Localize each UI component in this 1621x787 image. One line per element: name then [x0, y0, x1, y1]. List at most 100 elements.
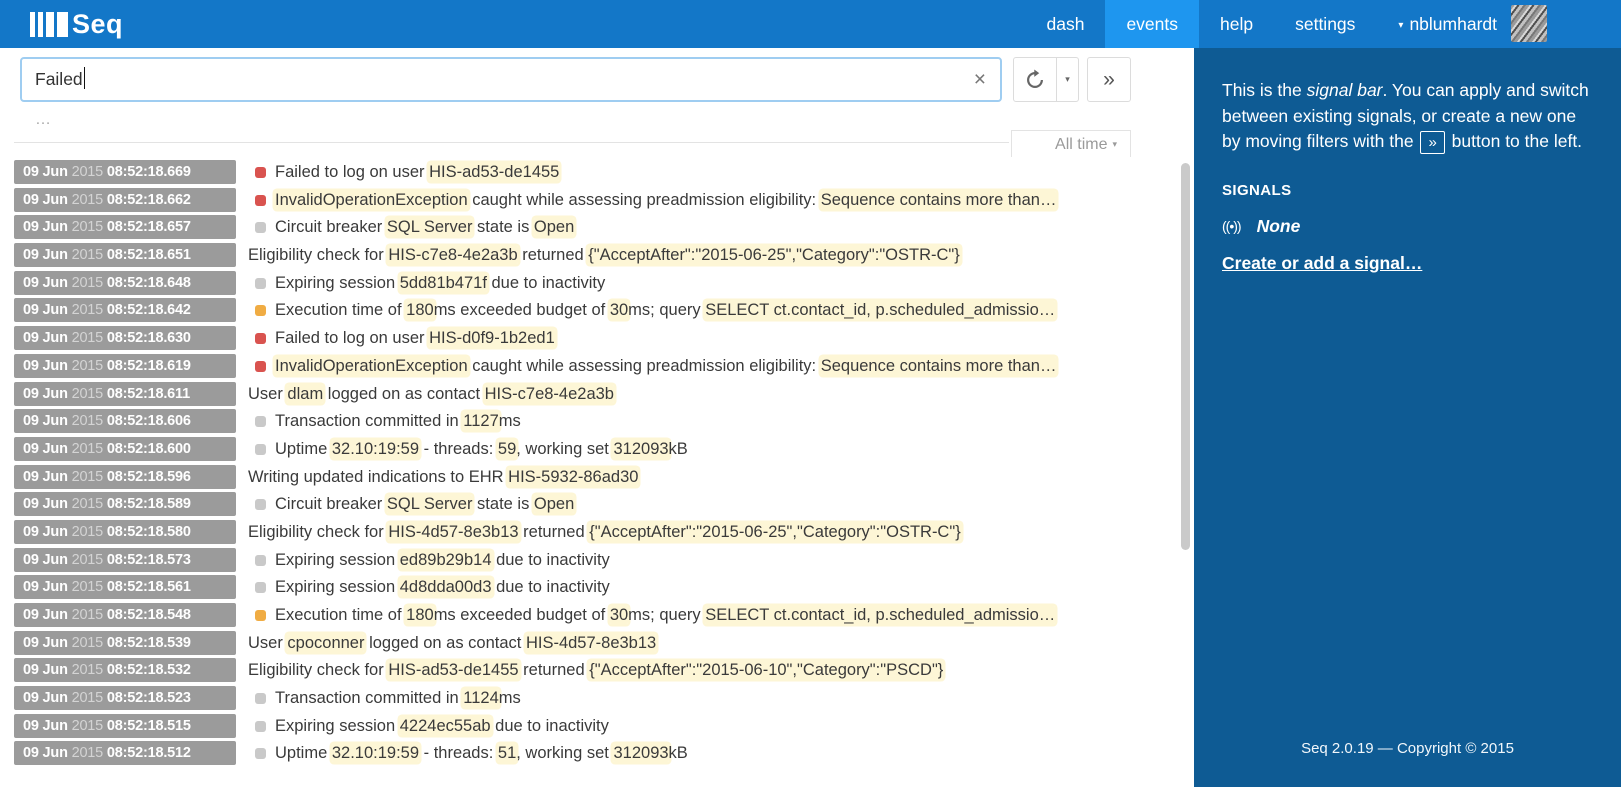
error-level-icon	[255, 360, 266, 372]
main-content: Failed × ▾ » … All time ▾ 09 Jun 2015 08:…	[0, 48, 1194, 787]
timestamp-badge: 09 Jun 2015 08:52:18.606	[14, 409, 236, 434]
nav-item-events[interactable]: events	[1105, 0, 1199, 48]
list-top-rule	[14, 142, 1009, 143]
event-row[interactable]: 09 Jun 2015 08:52:18.523 Transaction comm…	[14, 686, 1180, 711]
logo-bar-icon	[46, 11, 54, 37]
clear-icon[interactable]: ×	[974, 59, 986, 100]
error-level-icon	[255, 333, 266, 345]
event-row[interactable]: 09 Jun 2015 08:52:18.642 Execution time o…	[14, 298, 1180, 323]
event-message: Expiring session 4224ec55ab due to inact…	[275, 716, 609, 735]
double-chevron-right-icon: »	[1420, 131, 1445, 154]
timestamp-badge: 09 Jun 2015 08:52:18.611	[14, 381, 236, 406]
event-row[interactable]: 09 Jun 2015 08:52:18.600 Uptime 32.10:19:…	[14, 436, 1180, 461]
warning-level-icon	[255, 305, 266, 317]
user-menu[interactable]: ▾ nblumhardt	[1376, 0, 1505, 48]
event-row[interactable]: 09 Jun 2015 08:52:18.532 Eligibility chec…	[14, 658, 1180, 683]
search-row: Failed × ▾ »	[0, 48, 1194, 102]
event-message: Eligibility check for HIS-4d57-8e3b13 re…	[248, 522, 961, 541]
debug-level-icon	[255, 443, 266, 455]
signal-bar-intro: This is the signal bar. You can apply an…	[1222, 78, 1595, 155]
debug-level-icon	[255, 499, 266, 511]
error-level-icon	[255, 194, 266, 206]
nav-item-dash[interactable]: dash	[1025, 0, 1105, 48]
signal-item-none[interactable]: ((•)) None	[1222, 216, 1621, 237]
event-message: Transaction committed in 1124ms	[275, 689, 521, 708]
event-message: Expiring session ed89b29b14 due to inact…	[275, 550, 610, 569]
event-row[interactable]: 09 Jun 2015 08:52:18.573 Expiring session…	[14, 547, 1180, 572]
event-row[interactable]: 09 Jun 2015 08:52:18.651 Eligibility chec…	[14, 243, 1180, 268]
chevron-down-icon: ▾	[1112, 139, 1117, 149]
top-nav: dash events help settings	[1025, 0, 1376, 48]
event-row[interactable]: 09 Jun 2015 08:52:18.589 Circuit breaker …	[14, 492, 1180, 517]
chevron-down-icon: ▾	[1398, 20, 1404, 31]
timestamp-badge: 09 Jun 2015 08:52:18.630	[14, 326, 236, 351]
timestamp-badge: 09 Jun 2015 08:52:18.580	[14, 519, 236, 544]
create-signal-link[interactable]: Create or add a signal…	[1222, 253, 1422, 274]
avatar[interactable]	[1511, 5, 1547, 42]
event-row[interactable]: 09 Jun 2015 08:52:18.580 Eligibility chec…	[14, 519, 1180, 544]
event-row[interactable]: 09 Jun 2015 08:52:18.657 Circuit breaker …	[14, 215, 1180, 240]
nav-item-settings[interactable]: settings	[1274, 0, 1376, 48]
nav-item-help[interactable]: help	[1199, 0, 1274, 48]
timestamp-badge: 09 Jun 2015 08:52:18.512	[14, 741, 236, 766]
event-row[interactable]: 09 Jun 2015 08:52:18.539 User cpoconner l…	[14, 630, 1180, 655]
timestamp-badge: 09 Jun 2015 08:52:18.573	[14, 547, 236, 572]
timestamp-badge: 09 Jun 2015 08:52:18.523	[14, 686, 236, 711]
timestamp-badge: 09 Jun 2015 08:52:18.619	[14, 353, 236, 378]
move-to-signal-button[interactable]: »	[1087, 57, 1131, 102]
timestamp-badge: 09 Jun 2015 08:52:18.539	[14, 630, 236, 655]
event-message: Circuit breaker SQL Server state is Open	[275, 495, 575, 514]
event-row[interactable]: 09 Jun 2015 08:52:18.512 Uptime 32.10:19:…	[14, 741, 1180, 766]
refresh-button-group: ▾	[1013, 57, 1079, 102]
debug-level-icon	[255, 748, 266, 760]
filter-history-ellipsis[interactable]: …	[35, 112, 1194, 128]
event-message: Failed to log on user HIS-d0f9-1b2ed1	[275, 329, 555, 348]
warning-level-icon	[255, 610, 266, 621]
event-row[interactable]: 09 Jun 2015 08:52:18.548 Execution time o…	[14, 603, 1180, 627]
scrollbar-thumb[interactable]	[1181, 163, 1190, 550]
timestamp-badge: 09 Jun 2015 08:52:18.662	[14, 187, 236, 212]
event-row[interactable]: 09 Jun 2015 08:52:18.596 Writing updated …	[14, 464, 1180, 489]
intro-italic-text: signal bar	[1306, 80, 1383, 100]
debug-level-icon	[255, 554, 266, 566]
event-message: Execution time of 180ms exceeded budget …	[275, 606, 1056, 624]
timestamp-badge: 09 Jun 2015 08:52:18.548	[14, 603, 236, 627]
timestamp-badge: 09 Jun 2015 08:52:18.532	[14, 658, 236, 683]
event-message: InvalidOperationException caught while a…	[275, 190, 1057, 209]
refresh-button[interactable]	[1014, 58, 1057, 101]
seq-logo[interactable]: Seq	[30, 0, 123, 48]
event-row[interactable]: 09 Jun 2015 08:52:18.662 InvalidOperation…	[14, 187, 1180, 212]
time-range-selector[interactable]: All time ▾	[1011, 130, 1131, 157]
broadcast-icon: ((•))	[1222, 218, 1242, 234]
event-message: Failed to log on user HIS-ad53-de1455	[275, 163, 560, 181]
logo-bar-icon	[38, 11, 43, 37]
search-input[interactable]: Failed ×	[20, 57, 1002, 102]
event-row[interactable]: 09 Jun 2015 08:52:18.630 Failed to log on…	[14, 326, 1180, 351]
chevron-down-icon: ▾	[1065, 74, 1070, 84]
timestamp-badge: 09 Jun 2015 08:52:18.669	[14, 160, 236, 184]
event-message: Execution time of 180ms exceeded budget …	[275, 301, 1056, 320]
event-message: Eligibility check for HIS-c7e8-4e2a3b re…	[248, 246, 960, 265]
event-list: 09 Jun 2015 08:52:18.669 Failed to log on…	[0, 160, 1180, 766]
event-row[interactable]: 09 Jun 2015 08:52:18.619 InvalidOperation…	[14, 353, 1180, 378]
timestamp-badge: 09 Jun 2015 08:52:18.642	[14, 298, 236, 323]
event-message: Uptime 32.10:19:59 - threads: 51, workin…	[275, 744, 688, 763]
event-message: Expiring session 4d8dda00d3 due to inact…	[275, 578, 610, 597]
event-row[interactable]: 09 Jun 2015 08:52:18.611 User dlam logged…	[14, 381, 1180, 406]
version-copyright: Seq 2.0.19 — Copyright © 2015	[1301, 740, 1514, 757]
debug-level-icon	[255, 693, 266, 705]
event-message: Writing updated indications to EHR HIS-5…	[248, 467, 639, 486]
event-row[interactable]: 09 Jun 2015 08:52:18.648 Expiring session…	[14, 270, 1180, 295]
debug-level-icon	[255, 222, 266, 234]
event-row[interactable]: 09 Jun 2015 08:52:18.606 Transaction comm…	[14, 409, 1180, 434]
event-row[interactable]: 09 Jun 2015 08:52:18.561 Expiring session…	[14, 575, 1180, 600]
event-row[interactable]: 09 Jun 2015 08:52:18.669 Failed to log on…	[14, 160, 1180, 184]
event-row[interactable]: 09 Jun 2015 08:52:18.515 Expiring session…	[14, 713, 1180, 738]
logo-bar-icon	[30, 11, 35, 37]
refresh-options-button[interactable]: ▾	[1057, 58, 1078, 101]
debug-level-icon	[255, 416, 266, 428]
event-message: InvalidOperationException caught while a…	[275, 356, 1057, 375]
event-message: Expiring session 5dd81b471f due to inact…	[275, 273, 606, 292]
timestamp-badge: 09 Jun 2015 08:52:18.657	[14, 215, 236, 240]
timestamp-badge: 09 Jun 2015 08:52:18.600	[14, 436, 236, 461]
